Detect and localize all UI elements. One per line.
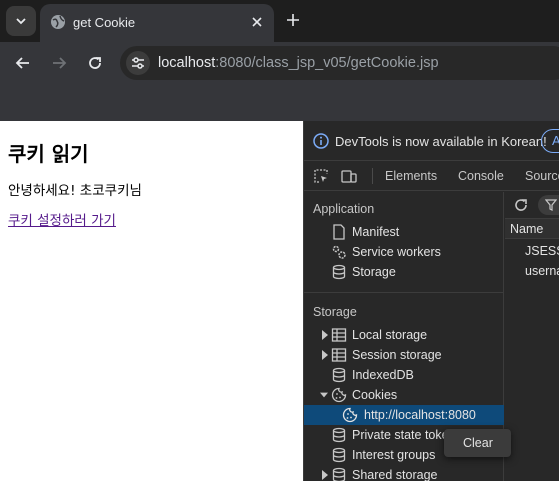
sidebar-item-label: Interest groups (352, 448, 436, 462)
plus-icon (287, 14, 299, 26)
database-icon (332, 427, 346, 443)
sidebar-item-shared-storage[interactable]: Shared storage (304, 465, 504, 481)
filter-icon (545, 199, 557, 211)
cookie-table-toolbar (505, 192, 559, 219)
context-menu-clear[interactable]: Clear (463, 436, 493, 450)
chevron-right-icon[interactable] (321, 330, 329, 340)
set-cookie-link[interactable]: 쿠키 설정하러 가기 (8, 209, 116, 229)
address-bar[interactable]: localhost:8080/class_jsp_v05/getCookie.j… (120, 46, 559, 80)
toolbar-spacer (0, 84, 559, 121)
tabbar-divider (372, 168, 373, 184)
sidebar-item-label: Manifest (352, 225, 400, 239)
tab-strip: get Cookie (0, 0, 559, 42)
chevron-down-icon (16, 18, 26, 25)
column-header-name[interactable]: Name (510, 222, 543, 236)
sidebar-item-storage[interactable]: Storage (304, 262, 504, 282)
forward-arrow-icon (53, 57, 67, 69)
table-row[interactable]: userna (525, 264, 559, 278)
document-icon (333, 224, 345, 240)
tab-title: get Cookie (73, 15, 136, 30)
storage-section-header: Storage (313, 305, 357, 319)
tab-search-button[interactable] (6, 6, 36, 36)
application-section-header: Application (313, 202, 375, 216)
chevron-right-icon[interactable] (321, 470, 329, 480)
sidebar-item-label: Cookies (352, 388, 398, 402)
tune-icon (132, 57, 144, 69)
section-divider (304, 292, 504, 293)
cookie-icon (342, 407, 358, 423)
context-menu: Clear (444, 429, 511, 457)
back-arrow-icon (15, 57, 29, 69)
sidebar-item-label: Session storage (352, 348, 442, 362)
sidebar-item-cookie-origin[interactable]: http://localhost:8080 (304, 405, 504, 425)
sidebar-item-label: Storage (352, 265, 396, 279)
cookie-icon (331, 387, 347, 403)
sidebar-item-local-storage[interactable]: Local storage (304, 325, 504, 345)
devtools-panel: DevTools is now available in Korean! A E… (303, 121, 559, 481)
tab-sources[interactable]: Source (525, 169, 559, 183)
page-content: 쿠키 읽기 안녕하세요! 초코쿠키님 쿠키 설정하러 가기 (0, 121, 303, 481)
active-tab[interactable]: get Cookie (40, 4, 274, 42)
sidebar-item-label: Service workers (352, 245, 441, 259)
table-grid-icon (331, 348, 347, 362)
info-icon (313, 133, 329, 149)
database-icon (332, 447, 346, 463)
forward-button[interactable] (48, 52, 70, 74)
new-tab-button[interactable] (283, 10, 303, 30)
close-tab-button[interactable] (248, 13, 266, 31)
sidebar-item-session-storage[interactable]: Session storage (304, 345, 504, 365)
greeting-text: 안녕하세요! 초코쿠키님 (8, 183, 142, 199)
sidebar-item-cookies[interactable]: Cookies (304, 385, 504, 405)
url-host: localhost (158, 55, 216, 71)
sidebar-item-service-workers[interactable]: Service workers (304, 242, 504, 262)
device-toolbar-icon[interactable] (341, 168, 357, 184)
database-icon (332, 467, 346, 481)
cookie-table-header: Name (505, 219, 559, 239)
cookie-table-pane: Name JSESSI userna (505, 192, 559, 481)
sidebar-item-label: IndexedDB (352, 368, 414, 382)
tab-console[interactable]: Console (458, 169, 504, 183)
chevron-right-icon[interactable] (321, 350, 329, 360)
globe-icon (51, 15, 65, 29)
browser-toolbar: localhost:8080/class_jsp_v05/getCookie.j… (0, 42, 559, 84)
sidebar-item-label: Local storage (352, 328, 428, 342)
banner-action-button[interactable]: A (541, 129, 559, 153)
banner-text: DevTools is now available in Korean! (335, 134, 547, 149)
table-row[interactable]: JSESSI (525, 244, 559, 258)
back-button[interactable] (12, 52, 34, 74)
sidebar-item-manifest[interactable]: Manifest (304, 222, 504, 242)
sidebar-item-label: Private state toke (352, 428, 449, 442)
chevron-down-icon[interactable] (320, 390, 328, 400)
filter-input[interactable] (538, 195, 559, 215)
table-grid-icon (331, 328, 347, 342)
inspect-element-icon[interactable] (313, 168, 329, 184)
close-icon (252, 17, 262, 27)
sidebar-item-label: Shared storage (352, 468, 438, 481)
sidebar-item-label: http://localhost:8080 (364, 408, 476, 422)
database-icon (332, 264, 346, 280)
gears-icon (332, 245, 346, 259)
reload-icon (89, 57, 101, 69)
refresh-icon[interactable] (513, 197, 529, 213)
sidebar-item-indexeddb[interactable]: IndexedDB (304, 365, 504, 385)
tab-elements[interactable]: Elements (385, 169, 437, 183)
site-info-button[interactable] (126, 51, 150, 75)
database-icon (332, 367, 346, 383)
url-path: :8080/class_jsp_v05/getCookie.jsp (215, 55, 439, 71)
url-text: localhost:8080/class_jsp_v05/getCookie.j… (158, 55, 439, 71)
devtools-tabbar: Elements Console Source (304, 161, 559, 191)
language-banner: DevTools is now available in Korean! A (304, 121, 559, 161)
page-title: 쿠키 읽기 (8, 142, 89, 166)
reload-button[interactable] (84, 52, 106, 74)
